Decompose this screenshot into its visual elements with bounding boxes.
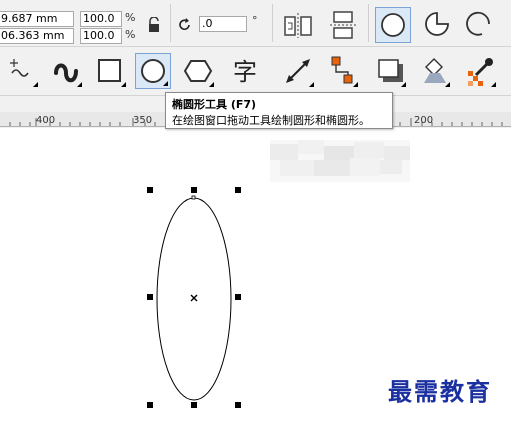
handle-top-right (235, 187, 241, 193)
transparency-tool-button[interactable] (416, 53, 452, 89)
mirror-vertical-button[interactable] (328, 9, 360, 41)
mirror-vertical-icon (330, 11, 358, 39)
handle-bottom-center (191, 402, 197, 408)
ellipse-tool-tooltip: 椭圆形工具 (F7) 在绘图窗口拖动工具绘制圆形和椭圆形。 (165, 92, 393, 129)
degree-label: ° (252, 14, 258, 27)
node-top (191, 195, 196, 200)
object-height-field[interactable]: 06.363 mm (0, 28, 74, 44)
text-icon: 字 (233, 58, 257, 86)
pie-mode-button[interactable] (420, 7, 454, 41)
pie-mode-icon (425, 12, 449, 36)
ellipse-mode-button[interactable] (375, 7, 411, 43)
watermark-text: 最需教育 (388, 377, 492, 406)
arc-mode-button[interactable] (462, 7, 496, 41)
ellipse-shape (156, 197, 232, 401)
handle-middle-left (147, 294, 153, 300)
dimension-tool-button[interactable] (280, 53, 316, 89)
handle-top-left (147, 187, 153, 193)
connector-tool-button[interactable] (324, 53, 360, 89)
lock-icon (149, 16, 159, 32)
artistic-media-tool-button[interactable] (48, 53, 84, 89)
arc-mode-icon (466, 11, 490, 36)
ruler-label-400: 400 (36, 115, 56, 126)
handle-bottom-left (147, 402, 153, 408)
rectangle-tool-button[interactable] (92, 53, 128, 89)
pixelated-blur (270, 140, 410, 182)
ellipse-mode-icon (381, 13, 405, 37)
blurred-region (270, 140, 410, 182)
lock-ratio-button[interactable] (147, 16, 161, 33)
scale-x-field[interactable]: 100.0 (80, 11, 122, 27)
tooltip-title: 椭圆形工具 (F7) (172, 98, 257, 111)
percent-y-label: % (125, 28, 136, 41)
ruler-label-200: 200 (414, 115, 434, 126)
freehand-tool-button[interactable] (4, 53, 40, 89)
object-width-field[interactable]: 9.687 mm (0, 11, 74, 27)
text-tool-button[interactable]: 字 (230, 53, 266, 89)
handle-top-center (191, 187, 197, 193)
eyedropper-tool-button[interactable] (462, 53, 498, 89)
rotate-icon (179, 18, 190, 31)
ruler-label-350: 350 (133, 115, 153, 126)
rotation-angle-field[interactable]: .0 (199, 16, 247, 32)
ellipse-tool-button[interactable] (135, 53, 171, 89)
polygon-tool-button[interactable] (180, 53, 216, 89)
center-marker (190, 294, 198, 302)
drop-shadow-tool-button[interactable] (372, 53, 408, 89)
handle-bottom-right (235, 402, 241, 408)
tooltip-description: 在绘图窗口拖动工具绘制圆形和椭圆形。 (172, 114, 370, 127)
scale-y-field[interactable]: 100.0 (80, 28, 122, 44)
handle-middle-right (235, 294, 241, 300)
mirror-horizontal-icon (284, 13, 312, 38)
property-bar: 9.687 mm 06.363 mm 100.0 100.0 % % .0 ° (0, 0, 511, 47)
rotation-button (178, 17, 192, 31)
mirror-horizontal-button[interactable] (282, 11, 316, 39)
toolbox: 字 (0, 47, 511, 96)
ellipse-selection[interactable] (140, 180, 250, 415)
svg-text:字: 字 (233, 58, 257, 86)
percent-x-label: % (125, 11, 136, 24)
